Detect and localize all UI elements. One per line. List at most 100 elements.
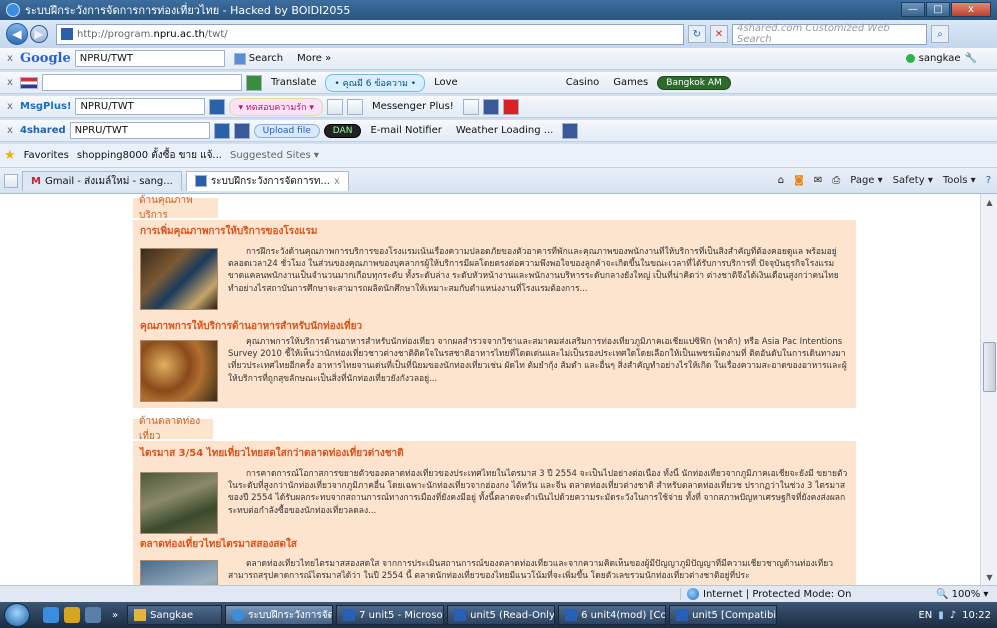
quicklaunch-overflow[interactable]: » <box>112 610 118 621</box>
refresh-icon[interactable]: ↻ <box>688 25 706 43</box>
home-icon[interactable]: ⌂ <box>778 175 784 186</box>
close-window-button[interactable]: x <box>951 2 991 17</box>
help-icon[interactable]: ? <box>986 175 991 186</box>
stop-icon[interactable]: ✕ <box>710 25 728 43</box>
message-count-badge[interactable]: • คุณมี 6 ข้อความ • <box>325 73 426 92</box>
wrench-icon[interactable]: 🔧 <box>965 53 977 64</box>
weather-widget[interactable]: Bangkok AM <box>657 75 731 90</box>
mail-icon[interactable]: ✉ <box>814 175 822 186</box>
article-title-hotel[interactable]: การเพิ่มคุณภาพการให้บริการของโรงแรม <box>140 224 317 239</box>
maximize-button[interactable]: □ <box>926 2 950 17</box>
favorites-button[interactable]: Favorites <box>24 150 69 161</box>
tab-current-page[interactable]: ระบบฝึกระวังการจัดการท... x <box>185 170 349 191</box>
close-toolbar-icon[interactable]: x <box>4 53 16 64</box>
folder-icon[interactable] <box>326 98 343 115</box>
page-favicon-icon <box>61 28 73 40</box>
media-player-widget[interactable]: DAN <box>323 123 362 138</box>
casino-button[interactable]: Casino <box>561 75 605 90</box>
article-title-q3[interactable]: ไตรมาส 3/54 ไทยเที่ยวไทยสดใสกว่าตลาดท่อง… <box>140 446 404 461</box>
forward-button[interactable]: ▶ <box>30 25 48 43</box>
youtube-icon[interactable] <box>502 98 519 115</box>
scroll-up-icon[interactable]: ▲ <box>981 194 997 210</box>
q2-photo[interactable] <box>140 560 218 585</box>
vertical-scrollbar[interactable]: ▲ ▼ <box>980 194 997 585</box>
network-icon[interactable]: ▮ <box>938 610 944 621</box>
tab-gmail[interactable]: M Gmail - ส่งเมล์ใหม่ - sang... <box>22 170 182 191</box>
taskbar-item-word-1[interactable]: 7 unit5 - Microsof... <box>336 605 445 625</box>
print-icon[interactable]: ⎙ <box>832 175 840 186</box>
article-title-food[interactable]: คุณภาพการให้บริการด้านอาหารสำหรับนักท่อง… <box>140 319 362 334</box>
google-search-field[interactable]: NPRU/TWT <box>74 50 225 67</box>
go-icon[interactable] <box>209 98 226 115</box>
facebook-icon[interactable] <box>482 98 499 115</box>
flag-icon[interactable] <box>20 76 38 89</box>
close-toolbar-icon[interactable]: x <box>4 77 16 88</box>
quick-tabs-icon[interactable] <box>4 173 18 188</box>
address-field[interactable]: http://program. npru.ac.th /twt/ <box>56 23 684 45</box>
msgplus-search-field[interactable]: NPRU/TWT <box>75 98 206 115</box>
tools-menu[interactable]: Tools ▾ <box>943 175 976 186</box>
safety-menu[interactable]: Safety ▾ <box>893 175 933 186</box>
taskbar-item-sangkae[interactable]: Sangkae <box>127 605 223 625</box>
gmail-icon: M <box>31 175 41 187</box>
grid-icon[interactable] <box>462 98 479 115</box>
desktop-quicklaunch-icon[interactable] <box>85 607 101 623</box>
task-label: ระบบฝึกระวังการจัด... <box>248 609 334 621</box>
favorites-star-icon[interactable]: ★ <box>4 148 16 163</box>
taskbar-item-browser[interactable]: ระบบฝึกระวังการจัด... <box>225 605 334 625</box>
facebook-icon[interactable] <box>562 122 579 139</box>
zoom-level[interactable]: 🔍 100% ▾ <box>936 589 988 600</box>
close-toolbar-icon[interactable]: x <box>4 125 16 136</box>
window-title: ระบบฝึกระวังการจัดการการท่องเที่ยวไทย - … <box>25 4 351 17</box>
start-button[interactable] <box>4 603 30 627</box>
close-tab-icon[interactable]: x <box>334 176 340 187</box>
ie-quicklaunch-icon[interactable] <box>43 607 59 623</box>
back-button[interactable]: ◀ <box>6 23 28 45</box>
explorer-quicklaunch-icon[interactable] <box>64 607 80 623</box>
security-zone[interactable]: Internet | Protected Mode: On <box>680 588 880 600</box>
book-icon[interactable] <box>346 98 363 115</box>
addon-field-1[interactable] <box>42 74 242 91</box>
web-search-input[interactable]: 4shared.com Customized Web Search <box>732 23 927 45</box>
section-label-service-quality: ด้านคุณภาพบริการ <box>133 195 218 221</box>
close-toolbar-icon[interactable]: x <box>4 101 16 112</box>
scroll-down-icon[interactable]: ▼ <box>981 569 997 585</box>
4shared-search-field[interactable]: NPRU/TWT <box>69 122 210 139</box>
volume-icon[interactable]: ♪ <box>950 610 956 621</box>
addon-toolbar-1: x Translate • คุณมี 6 ข้อความ • Love Cas… <box>0 72 997 94</box>
favorites-item-shopping[interactable]: shopping8000 ตั้งซื้อ ขาย แจ้... <box>77 148 222 163</box>
love-button[interactable]: Love <box>429 75 463 90</box>
more-button[interactable]: More » <box>292 51 336 66</box>
minimize-button[interactable]: — <box>901 2 925 17</box>
taskbar-item-word-3[interactable]: 6 unit4(mod) [Co... <box>558 605 667 625</box>
google-user-label[interactable]: sangkae <box>919 53 961 64</box>
facebook-icon[interactable] <box>233 122 250 139</box>
page-menu[interactable]: Page ▾ <box>850 175 882 186</box>
love-test-button[interactable]: ▾ ทดสอบความรัก ▾ <box>229 97 323 116</box>
taskbar-item-word-2[interactable]: unit5 (Read-Only)... <box>447 605 556 625</box>
weather-button[interactable]: Weather Loading ... <box>451 123 558 138</box>
market-photo[interactable] <box>140 472 218 534</box>
email-notifier-button[interactable]: E-mail Notifier <box>365 123 446 138</box>
messenger-plus-button[interactable]: Messenger Plus! <box>367 99 459 114</box>
search-icon[interactable]: ⌕ <box>931 25 949 43</box>
suggested-sites-link[interactable]: Suggested Sites ▾ <box>230 150 319 161</box>
upload-file-button[interactable]: Upload file <box>253 123 320 138</box>
feeds-icon[interactable]: ◙ <box>794 175 804 186</box>
article-title-q2[interactable]: ตลาดท่องเที่ยวไทยไตรมาสสองสดใส <box>140 537 297 552</box>
go-icon[interactable] <box>213 122 230 139</box>
taskbar-item-word-4[interactable]: unit5 [Compatibil... <box>669 605 778 625</box>
status-bar: Internet | Protected Mode: On 🔍 100% ▾ <box>0 585 997 602</box>
language-indicator[interactable]: EN <box>918 610 932 621</box>
scroll-thumb[interactable] <box>983 342 996 392</box>
clock[interactable]: 10:22 <box>962 610 991 621</box>
google-search-button[interactable]: Search <box>229 51 288 67</box>
translate-button[interactable]: Translate <box>266 75 321 90</box>
games-button[interactable]: Games <box>608 75 653 90</box>
food-photo[interactable] <box>140 340 218 402</box>
hotel-photo[interactable] <box>140 248 218 310</box>
go-icon[interactable] <box>246 74 262 91</box>
task-label: 6 unit4(mod) [Co... <box>581 609 667 621</box>
favorites-bar: ★ Favorites shopping8000 ตั้งซื้อ ขาย แจ… <box>0 144 997 168</box>
page-favicon-icon <box>194 175 207 187</box>
